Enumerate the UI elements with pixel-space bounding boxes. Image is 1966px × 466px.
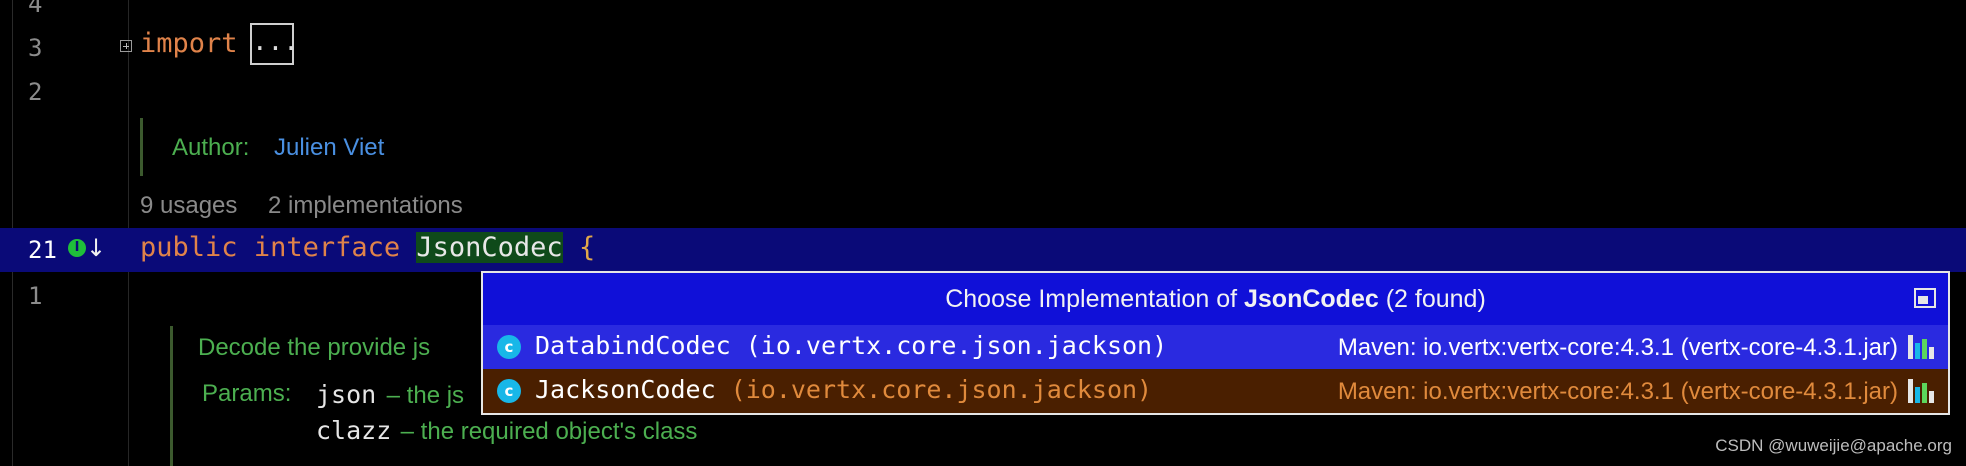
class-package: (io.vertx.core.json.jackson) [715,375,1153,404]
doc-decode-text: Decode the provide js [198,334,431,361]
interface-keyword: interface [253,232,401,263]
choose-implementation-popup: Choose Implementation of JsonCodec (2 fo… [481,271,1950,415]
doc-param-json: json [316,380,377,409]
library-location: Maven: io.vertx:vertx-core:4.3.1 (vertx-… [1337,378,1898,405]
popup-title: Choose Implementation of JsonCodec (2 fo… [483,273,1948,325]
doc-comment-bar [170,326,173,466]
doc-param-json-desc: – the js [380,382,465,409]
implemented-gutter-icon[interactable]: I [68,239,86,257]
class-package: (io.vertx.core.json.jackson) [730,331,1168,360]
open-in-window-icon[interactable] [1914,288,1936,308]
popup-title-suffix: (2 found) [1378,285,1486,313]
popup-title-prefix: Choose Implementation of [945,285,1244,313]
line-number: 2 [28,78,43,106]
open-brace: { [578,232,596,263]
line-number: 3 [28,34,43,62]
class-name: JacksonCodec [535,375,716,404]
class-name: DatabindCodec [535,331,731,360]
interface-declaration: public interface JsonCodec { [140,232,595,263]
library-icon [1908,335,1936,359]
line-number-current: 21 [28,236,57,264]
public-keyword: public [140,232,238,263]
doc-param-clazz-desc: – the required object's class [394,418,698,445]
popup-title-name: JsonCodec [1244,285,1379,313]
interface-name[interactable]: JsonCodec [416,232,563,263]
line-number: 4 [28,0,43,18]
doc-comment-bar [140,118,143,176]
library-icon [1908,379,1936,403]
usages-hint[interactable]: 9 usages [140,192,237,220]
doc-param-clazz: clazz [316,416,392,445]
doc-params-label: Params: [202,380,292,407]
line-number: 1 [28,282,43,310]
implementation-class: DatabindCodec (io.vertx.core.json.jackso… [535,331,1167,360]
import-keyword: import [140,28,238,59]
fold-expand-icon[interactable] [120,40,132,52]
down-arrow-icon[interactable]: ↓ [86,234,106,262]
author-link[interactable]: Julien Viet [274,134,384,162]
class-icon: c [497,379,521,403]
folded-imports[interactable]: ... [250,23,299,65]
author-label: Author: [172,134,250,161]
implementations-hint[interactable]: 2 implementations [268,192,463,220]
implementation-class: JacksonCodec (io.vertx.core.json.jackson… [535,375,1152,404]
implementation-item[interactable]: c DatabindCodec (io.vertx.core.json.jack… [483,325,1948,369]
class-icon: c [497,335,521,359]
implementation-item[interactable]: c JacksonCodec (io.vertx.core.json.jacks… [483,369,1948,413]
watermark: CSDN @wuweijie@apache.org [1715,436,1952,455]
library-location: Maven: io.vertx:vertx-core:4.3.1 (vertx-… [1337,334,1898,361]
